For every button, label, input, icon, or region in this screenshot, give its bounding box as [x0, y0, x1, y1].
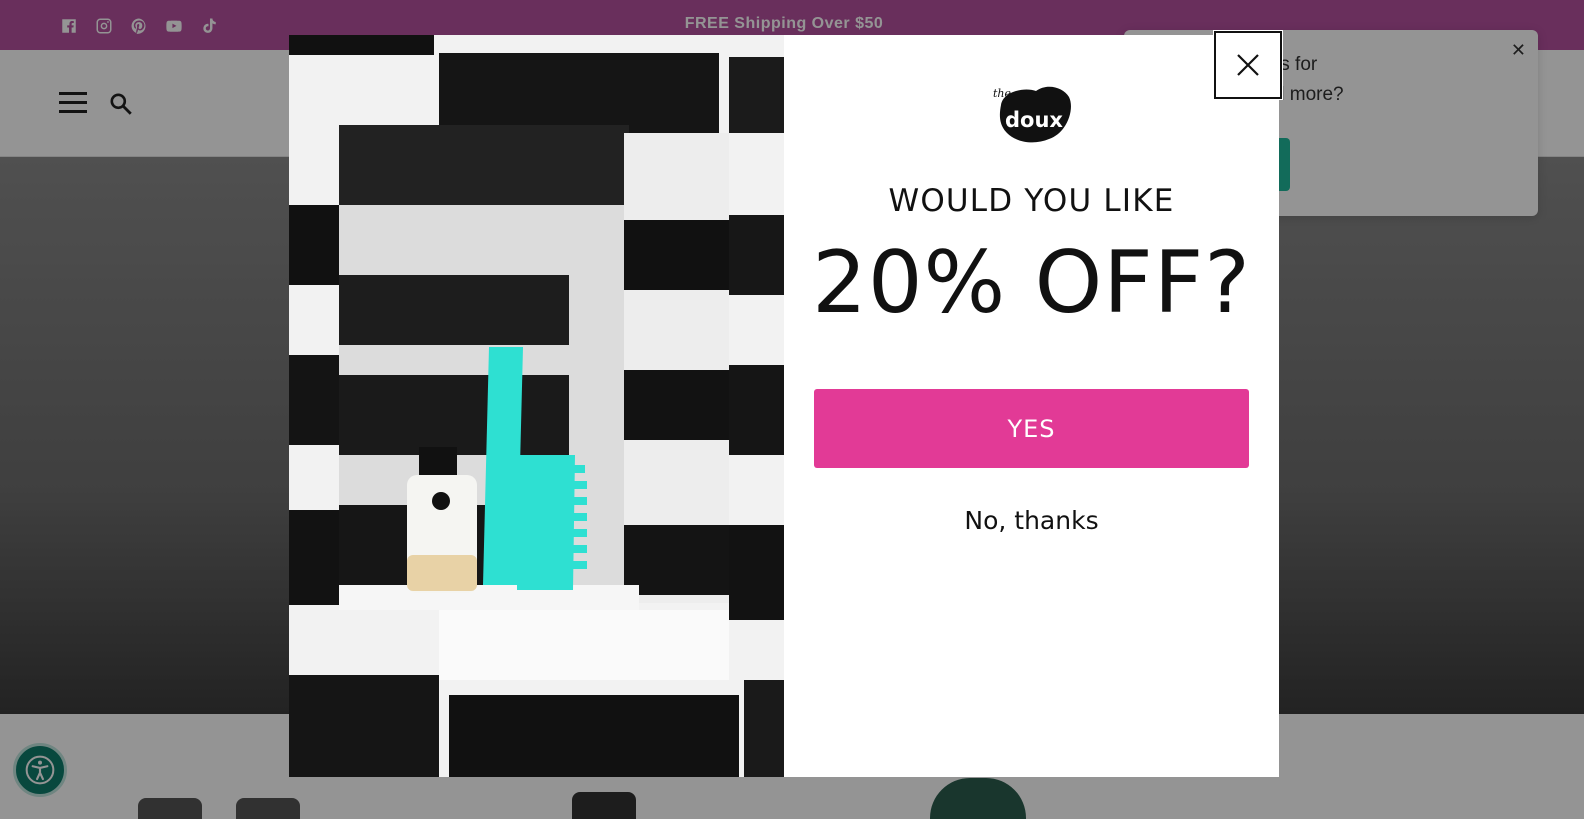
- discount-popup: the doux WOULD YOU LIKE 20% OFF? YES No,…: [289, 30, 1283, 777]
- headline-discount: 20% OFF?: [812, 233, 1251, 333]
- popup-content: the doux WOULD YOU LIKE 20% OFF? YES No,…: [784, 35, 1279, 777]
- svg-text:doux: doux: [1005, 108, 1063, 132]
- no-thanks-button[interactable]: No, thanks: [784, 505, 1279, 536]
- brand-logo: the doux: [993, 86, 1071, 143]
- yes-button[interactable]: YES: [814, 389, 1249, 468]
- shower-niche-illustration: [289, 35, 784, 777]
- product-photo: [289, 35, 784, 777]
- svg-text:the: the: [993, 87, 1012, 100]
- close-icon[interactable]: [1213, 30, 1283, 100]
- headline-small: WOULD YOU LIKE: [888, 183, 1175, 219]
